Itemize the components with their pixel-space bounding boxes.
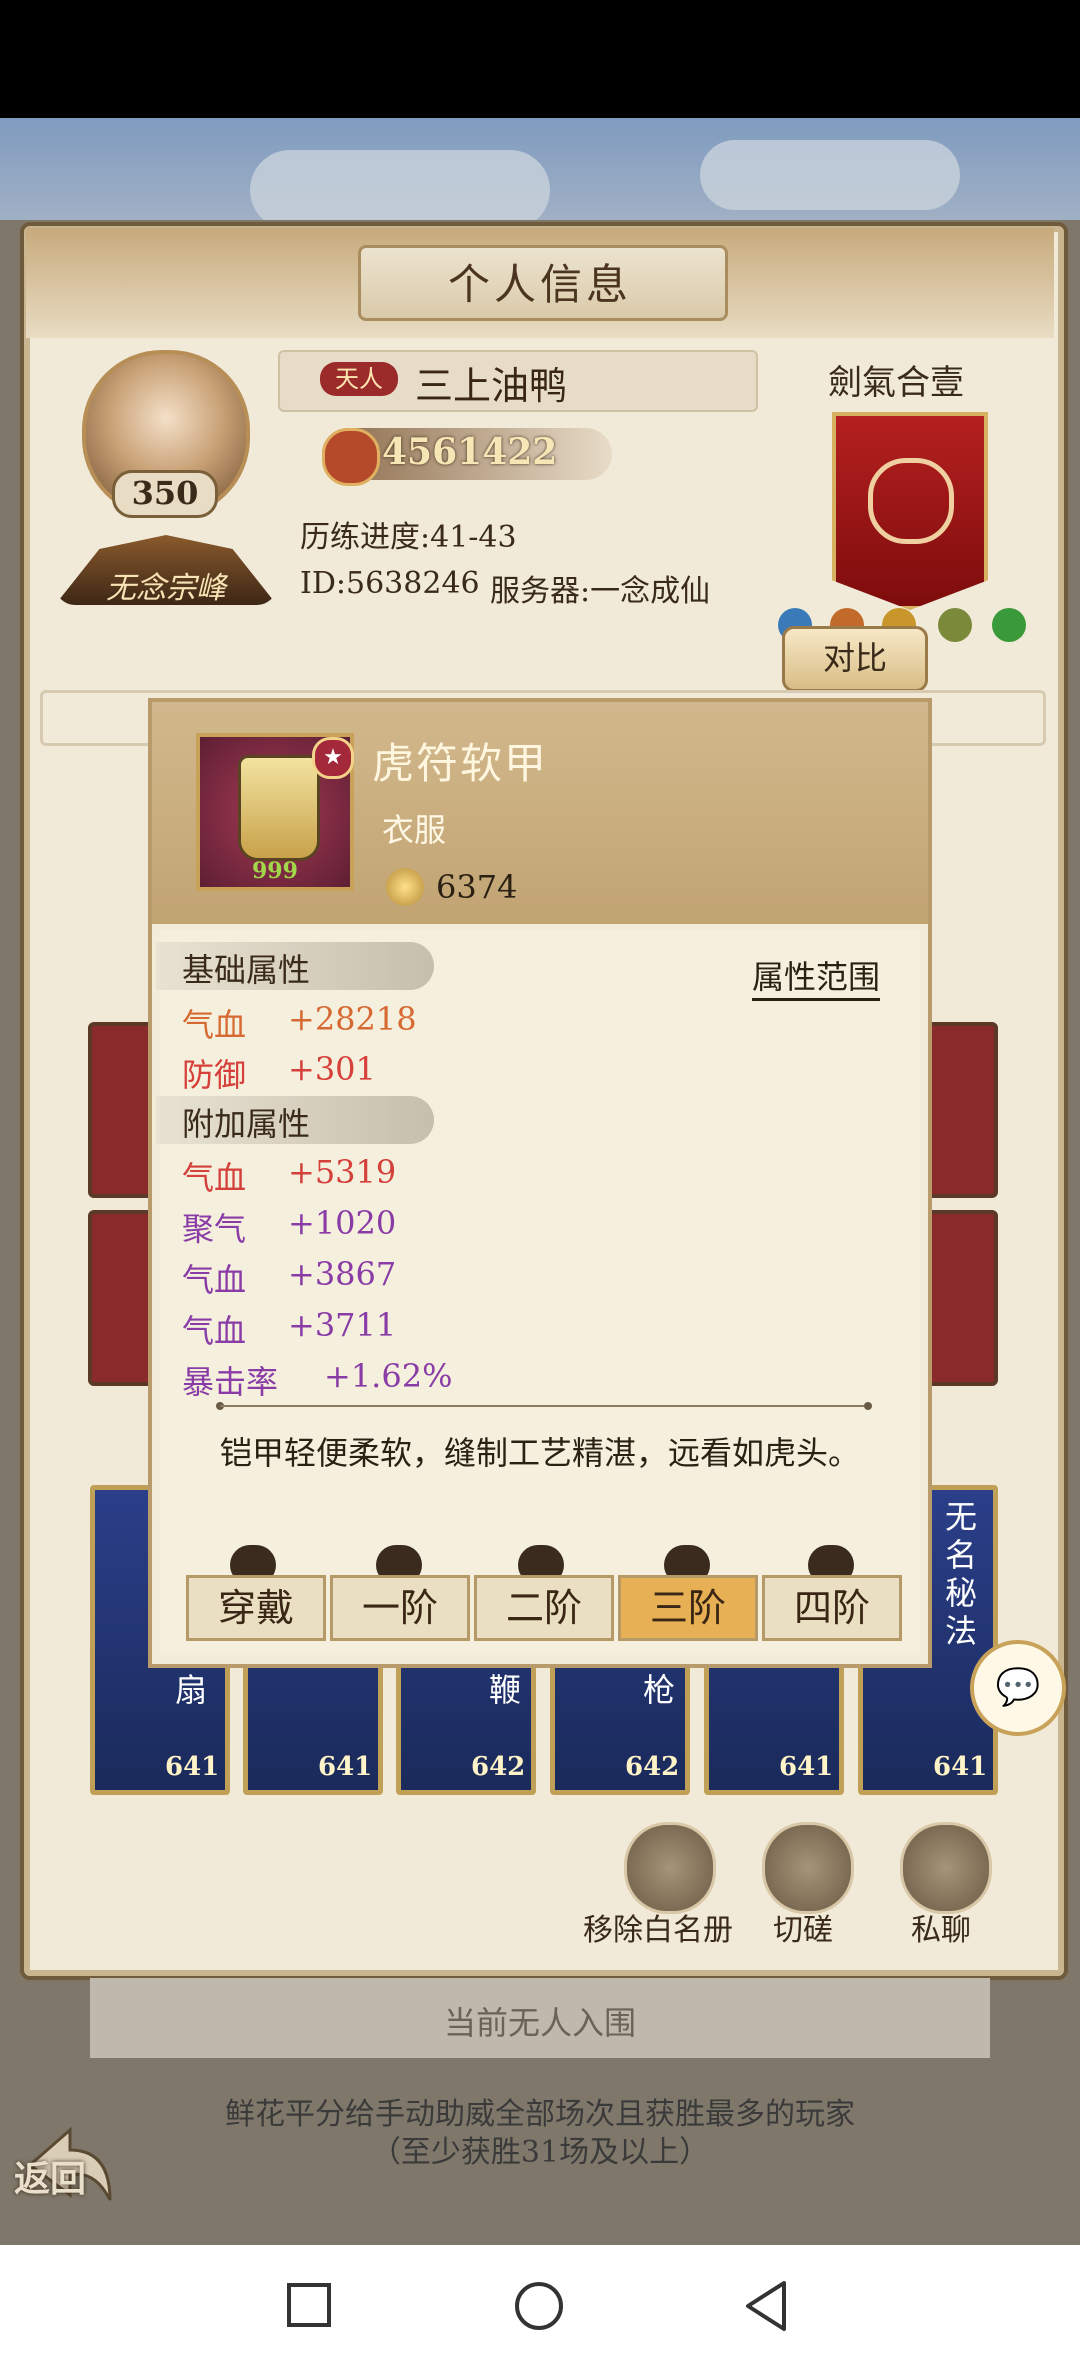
extra-stat-name: 气血 [182, 1312, 247, 1350]
back-button[interactable]: 返回 [14, 2150, 86, 2202]
sect-name: 无念宗峰 [106, 571, 226, 606]
extra-stat-value: +1020 [288, 1204, 397, 1242]
back-icon[interactable] [742, 2279, 792, 2333]
skill-level: 641 [318, 1752, 373, 1782]
extra-stat-value: +3711 [288, 1306, 397, 1344]
recent-apps-icon[interactable] [285, 2281, 335, 2331]
extra-stat-value: +1.62% [324, 1357, 453, 1395]
extra-stat-value: +3867 [288, 1255, 397, 1293]
skill-level: 641 [933, 1752, 988, 1782]
title-badge: 天人 [320, 362, 398, 396]
tier-button-wear[interactable]: 穿戴 [186, 1575, 326, 1641]
item-level-badge: 999 [252, 858, 298, 884]
star-icon: ★ [312, 737, 354, 779]
chat-float-button[interactable]: 💬 [970, 1640, 1066, 1736]
skill-level: 641 [779, 1752, 834, 1782]
dragon-emblem-icon [868, 458, 954, 544]
skill-level: 642 [471, 1752, 526, 1782]
page-title: 个人信息 [447, 260, 632, 309]
tier-button-1[interactable]: 一阶 [330, 1575, 470, 1641]
chat-icon: 💬 [995, 1667, 1041, 1708]
power-value: 4561422 [382, 431, 558, 473]
gem-icon [992, 608, 1026, 642]
extra-stat-name: 暴击率 [182, 1363, 279, 1401]
base-stat-name: 防御 [182, 1056, 247, 1094]
spar-icon[interactable] [762, 1822, 854, 1914]
candidate-status: 当前无人入围 [443, 2004, 636, 2042]
divider-dot [864, 1402, 872, 1410]
flower-notice: 鲜花平分给手动助威全部场次且获胜最多的玩家（至少获胜31场及以上） [225, 2097, 855, 2170]
skill-name: 无名秘法 [945, 1498, 978, 1650]
progress-text: 历练进度:41-43 [300, 520, 517, 555]
extra-stat-name: 聚气 [182, 1210, 247, 1248]
skill-name: 枪 [643, 1671, 676, 1709]
skill-name: 扇 [175, 1671, 208, 1709]
extra-stat-name: 气血 [182, 1159, 247, 1197]
base-stat-value: +28218 [288, 1000, 417, 1038]
cloud-decoration [700, 140, 960, 210]
spar-button[interactable]: 切磋 [773, 1905, 833, 1949]
power-icon [322, 428, 380, 486]
whitelist-icon[interactable] [624, 1822, 716, 1914]
tier-button-3[interactable]: 三阶 [618, 1575, 758, 1641]
tier-button-4[interactable]: 四阶 [762, 1575, 902, 1641]
divider [220, 1405, 870, 1407]
chat-bubble-icon[interactable] [900, 1822, 992, 1914]
player-name: 三上油鸭 [415, 364, 568, 408]
skill-level: 642 [625, 1752, 680, 1782]
extra-attr-title: 附加属性 [182, 1105, 311, 1143]
level-badge: 350 [112, 470, 218, 518]
item-type: 衣服 [382, 811, 447, 849]
status-bar [0, 0, 1080, 118]
base-attr-title: 基础属性 [182, 951, 311, 989]
remove-whitelist-button[interactable]: 移除白名册 [583, 1905, 733, 1949]
guild-name: 劍氣合壹 [828, 363, 964, 403]
compare-button[interactable]: 对比 [782, 626, 928, 692]
home-icon[interactable] [512, 2279, 566, 2333]
extra-stat-value: +5319 [288, 1153, 397, 1191]
base-stat-value: +301 [288, 1050, 376, 1088]
coin-icon [386, 868, 424, 906]
base-stat-name: 气血 [182, 1006, 247, 1044]
attribute-range-link[interactable]: 属性范围 [752, 952, 881, 1001]
gem-icon [938, 608, 972, 642]
player-id: ID:5638246 [300, 566, 480, 601]
cloud-decoration [250, 150, 550, 230]
item-description: 铠甲轻便柔软，缝制工艺精湛，远看如虎头。 [219, 1434, 860, 1472]
system-nav-bar [0, 2245, 1080, 2363]
server-name: 服务器:一念成仙 [490, 574, 711, 609]
extra-stat-name: 气血 [182, 1261, 247, 1299]
skill-level: 641 [165, 1752, 220, 1782]
armor-icon [238, 755, 320, 861]
tier-button-2[interactable]: 二阶 [474, 1575, 614, 1641]
item-name: 虎符软甲 [372, 739, 549, 788]
skill-name: 鞭 [489, 1671, 522, 1709]
item-price: 6374 [436, 868, 518, 906]
private-chat-button[interactable]: 私聊 [911, 1905, 971, 1949]
